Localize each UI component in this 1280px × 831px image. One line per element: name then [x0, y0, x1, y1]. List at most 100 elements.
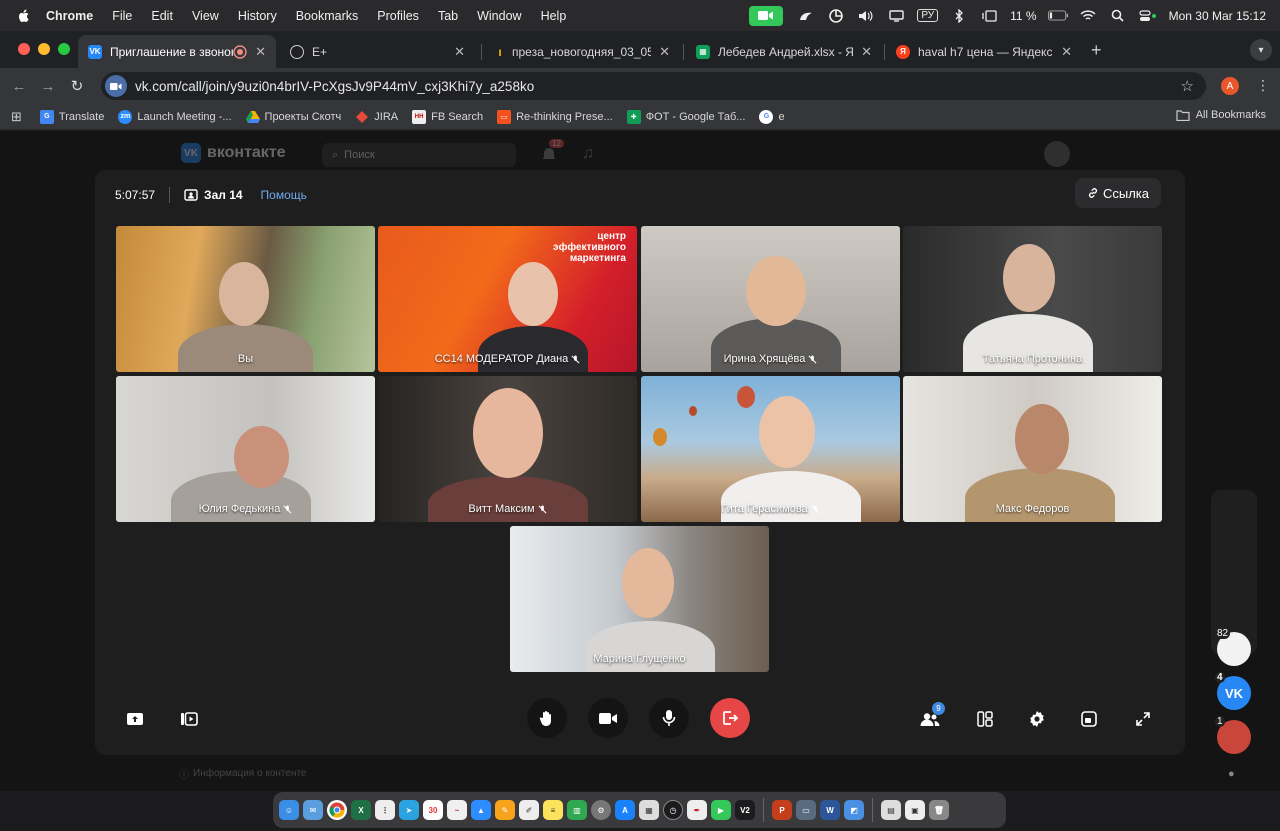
content-info-link[interactable]: ⓘ Информация о контенте [179, 766, 307, 781]
close-tab-icon[interactable]: ✕ [1061, 44, 1072, 60]
freeform-icon[interactable]: ~ [447, 800, 467, 820]
tab-preza[interactable]: ı преза_новогодняя_03_05 ✕ [486, 35, 680, 68]
menubar-clock[interactable]: Mon 30 Mar 15:12 [1169, 9, 1266, 23]
menu-tab[interactable]: Tab [438, 9, 458, 23]
profile-avatar[interactable]: A [1221, 77, 1239, 95]
trash-icon[interactable]: 🗑 [929, 800, 949, 820]
chrome-menu-icon[interactable]: ⋮ [1256, 77, 1270, 94]
participant-tile[interactable]: Юлия Федькина [116, 376, 375, 522]
bookmark-e[interactable]: Ge [759, 109, 785, 124]
settings-button[interactable] [1026, 708, 1048, 730]
participants-button[interactable]: 9 [919, 702, 945, 730]
excel-icon[interactable]: X [351, 800, 371, 820]
site-info-camera-icon[interactable] [105, 75, 127, 97]
tab-e-plus[interactable]: E+ ✕ [280, 35, 475, 68]
finder-icon[interactable]: ☺ [279, 800, 299, 820]
vk-music-icon[interactable]: ♫ [582, 145, 594, 163]
raise-hand-button[interactable] [527, 698, 567, 738]
script-editor-icon[interactable]: ✒ [687, 800, 707, 820]
tab-search-chevron-icon[interactable]: ▾ [1250, 39, 1272, 61]
powerpoint-icon[interactable]: P [772, 800, 792, 820]
battery-icon[interactable] [1047, 8, 1068, 24]
notes-icon[interactable]: ≡ [543, 800, 563, 820]
broadcast-button[interactable] [178, 708, 200, 730]
display-icon[interactable] [886, 8, 906, 24]
address-bar[interactable]: vk.com/call/join/y9uzi0n4brIV-PcXgsJv9P4… [101, 72, 1206, 100]
picture-in-picture-button[interactable] [1078, 708, 1100, 730]
help-link[interactable]: Помощь [261, 188, 307, 202]
menu-file[interactable]: File [112, 9, 132, 23]
bookmark-projects-scotch[interactable]: Проекты Скотч [245, 110, 341, 124]
menu-view[interactable]: View [192, 9, 219, 23]
camera-in-use-icon[interactable] [749, 5, 784, 26]
creative-cloud-icon[interactable] [796, 8, 816, 24]
vk-messenger-icon[interactable]: VK 4 [1215, 672, 1251, 710]
preview-icon[interactable]: ◩ [844, 800, 864, 820]
tab-yandex-search[interactable]: Я haval h7 цена — Яндекс: нашлось ✕ [886, 35, 1082, 68]
facetime-icon[interactable]: ▶ [711, 800, 731, 820]
mail-icon[interactable]: ✉ [303, 800, 323, 820]
participant-tile[interactable]: Гита Герасимова [641, 376, 900, 522]
participant-tile[interactable]: Витт Максим [378, 376, 637, 522]
control-center-icon[interactable] [1138, 8, 1158, 24]
bookmark-rethinking[interactable]: ▭ Re-thinking Prese... [497, 109, 613, 124]
app-store-icon[interactable]: A [615, 800, 635, 820]
new-tab-icon[interactable]: + [1091, 40, 1102, 61]
tab-lebedev-xlsx[interactable]: ▦ Лебедев Андрей.xlsx - Яндекс ✕ [686, 35, 882, 68]
menu-profiles[interactable]: Profiles [377, 9, 419, 23]
tab-call-invite[interactable]: VK Приглашение в звонок ✕ [78, 35, 276, 68]
forward-arrow-icon[interactable]: → [38, 78, 58, 95]
room-name[interactable]: Зал 14 [204, 188, 243, 202]
copy-link-button[interactable]: Ссылка [1075, 178, 1161, 208]
telegram-icon[interactable]: ➤ [399, 800, 419, 820]
close-tab-icon[interactable]: ✕ [255, 44, 266, 60]
stage-manager-icon[interactable] [979, 8, 999, 24]
all-bookmarks[interactable]: All Bookmarks [1176, 109, 1266, 121]
vk-header-logo[interactable]: VK вконтакте [181, 143, 286, 163]
word-icon[interactable]: W [820, 800, 840, 820]
textedit-icon[interactable]: ✐ [519, 800, 539, 820]
fullscreen-button[interactable] [1132, 708, 1154, 730]
bookmark-translate[interactable]: G Translate [39, 109, 104, 124]
numbers-icon[interactable]: ▥ [567, 800, 587, 820]
vk-user-avatar[interactable] [1044, 141, 1070, 167]
participant-tile[interactable]: Вы [116, 226, 375, 372]
participant-tile[interactable]: Татьяна Протонина [903, 226, 1162, 372]
clock-app-icon[interactable]: ◷ [663, 800, 683, 820]
wifi-icon[interactable] [1078, 8, 1098, 24]
close-tab-icon[interactable]: ✕ [659, 44, 670, 60]
layout-button[interactable] [974, 708, 996, 730]
vpn-icon[interactable] [826, 8, 846, 24]
input-source-indicator[interactable]: РУ [917, 9, 939, 22]
participant-tile[interactable]: Макс Федоров [903, 376, 1162, 522]
chat-bubble-icon[interactable]: ● [1228, 768, 1235, 780]
close-tab-icon[interactable]: ✕ [861, 44, 872, 60]
calculator-icon[interactable]: ▦ [639, 800, 659, 820]
reminders-icon[interactable]: ⋮ [375, 800, 395, 820]
bookmark-launch-meeting[interactable]: zm Launch Meeting -... [118, 109, 232, 124]
bookmark-fot-sheets[interactable]: ✚ ФОТ - Google Таб... [626, 109, 745, 124]
apps-grid-icon[interactable]: ⊞ [11, 109, 22, 125]
menu-app-name[interactable]: Chrome [46, 9, 93, 23]
minimize-window-button[interactable] [38, 43, 50, 55]
screen-share-button[interactable] [124, 708, 146, 730]
chrome-icon[interactable] [327, 800, 347, 820]
close-window-button[interactable] [18, 43, 30, 55]
menu-help[interactable]: Help [541, 9, 567, 23]
participant-tile[interactable]: Ирина Хрящёва [641, 226, 900, 372]
camera-toggle-button[interactable] [588, 698, 628, 738]
vk-search-input[interactable]: ⌕ Поиск [322, 143, 516, 167]
zoom-window-button[interactable] [58, 43, 70, 55]
v2-app-icon[interactable]: V2 [735, 800, 755, 820]
participant-tile[interactable]: Марина Глущенко [510, 526, 769, 672]
system-settings-icon[interactable]: ⚙ [591, 800, 611, 820]
document-icon[interactable]: ▤ [881, 800, 901, 820]
keynote-icon[interactable]: ▲ [471, 800, 491, 820]
avatar-app-icon[interactable]: 1 [1215, 716, 1251, 754]
end-call-button[interactable] [710, 698, 750, 738]
screen-sharing-icon[interactable]: ▭ [796, 800, 816, 820]
volume-icon[interactable] [856, 8, 876, 24]
menu-edit[interactable]: Edit [151, 9, 173, 23]
apple-icon[interactable] [16, 8, 32, 24]
bookmark-star-icon[interactable]: ☆ [1181, 77, 1194, 95]
